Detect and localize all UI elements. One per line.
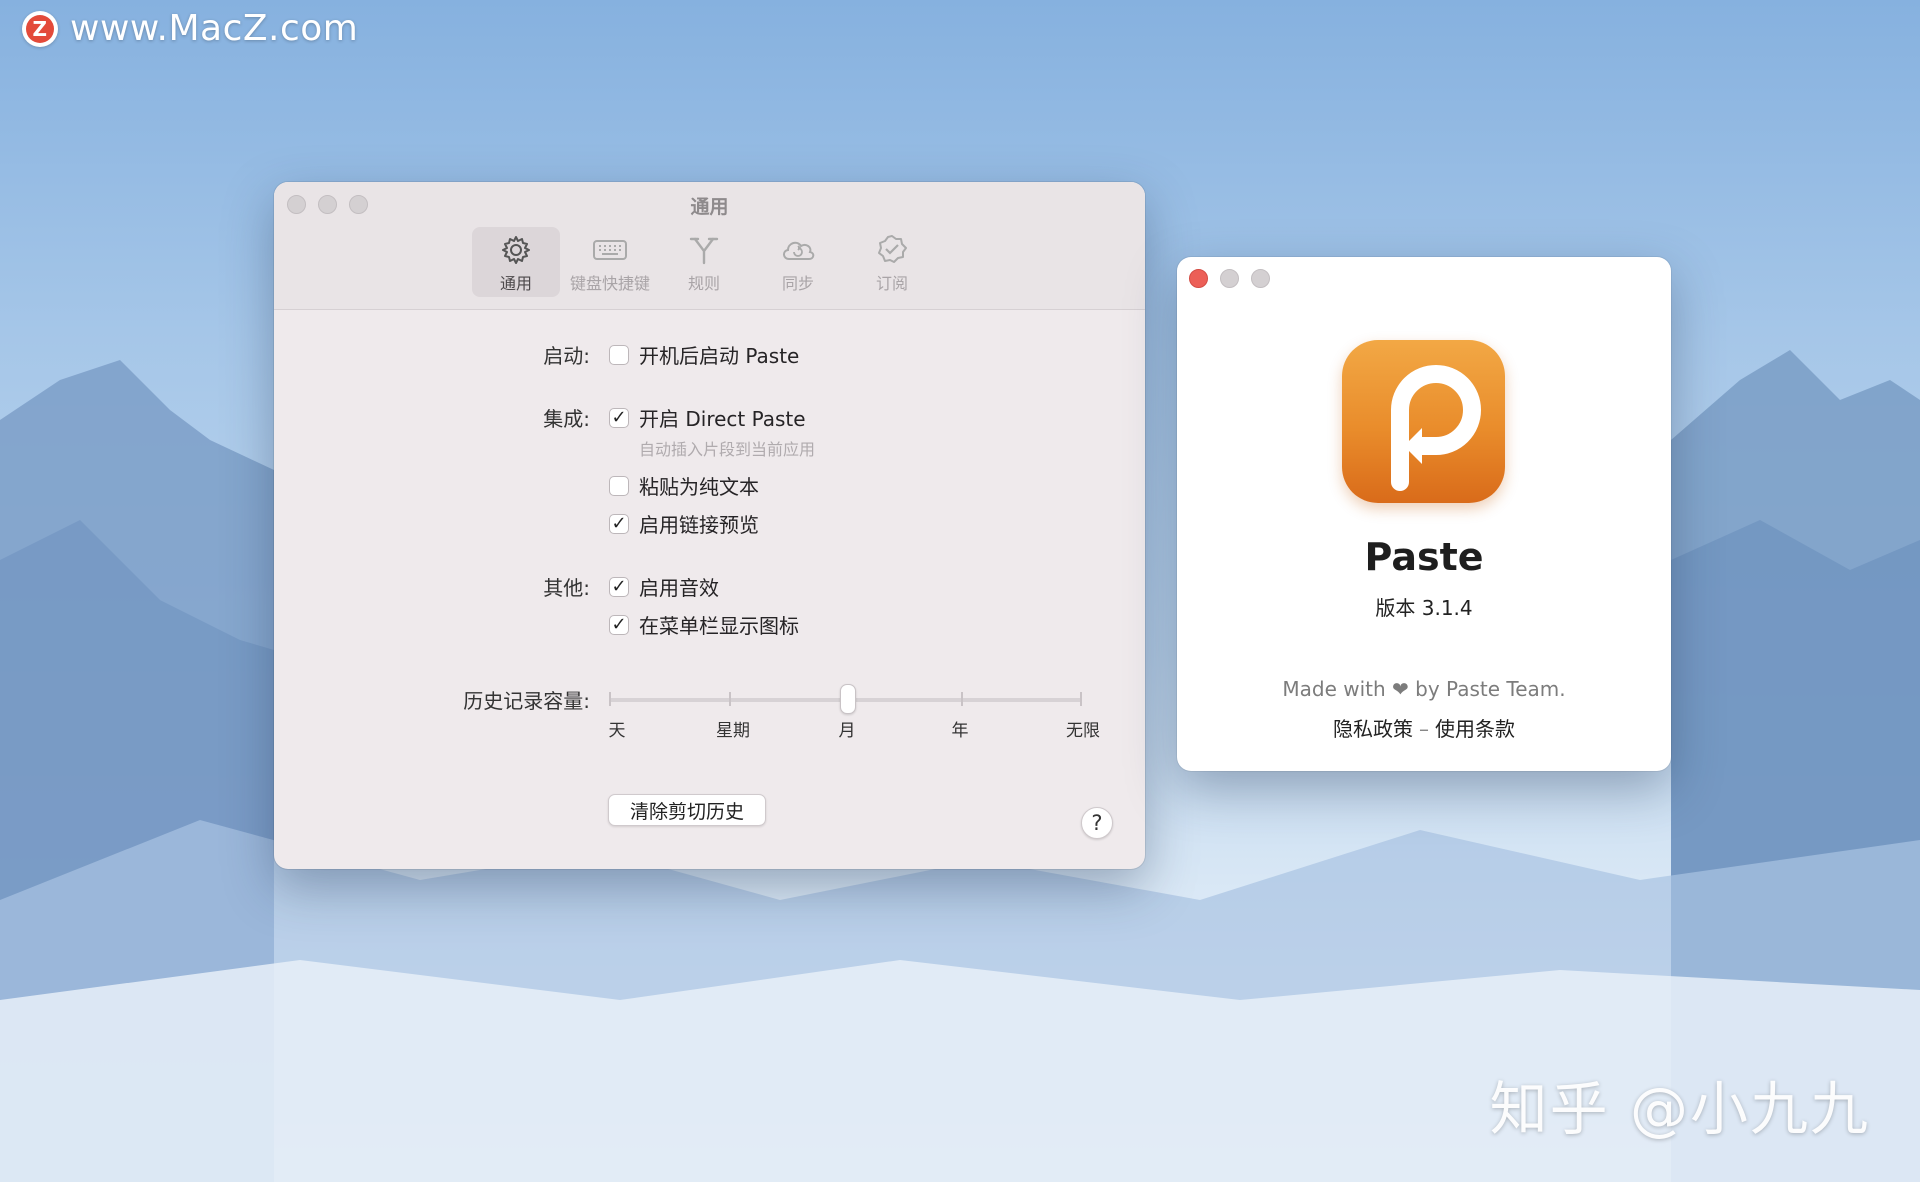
keyboard-icon	[593, 240, 627, 260]
checkbox-box[interactable]: ✓	[609, 513, 629, 534]
help-button[interactable]: ?	[1081, 807, 1113, 839]
tab-label: 键盘快捷键	[569, 274, 650, 293]
zoom-button[interactable]	[1251, 269, 1270, 288]
history-slider-thumb[interactable]	[840, 684, 856, 714]
clear-history-button[interactable]: 清除剪切历史	[608, 794, 766, 826]
checkbox-box[interactable]: ✓	[609, 614, 629, 635]
preferences-toolbar-area: 通用 通用 键盘快捷键 规则 同步 订阅	[274, 182, 1145, 310]
tab-general[interactable]: 通用	[472, 227, 560, 297]
slider-tick	[609, 692, 611, 706]
minimize-button[interactable]	[1220, 269, 1239, 288]
checkbox-label: 开机后启动 Paste	[639, 344, 800, 368]
tick-label-week: 星期	[716, 721, 750, 741]
paste-logo-icon	[1391, 365, 1481, 491]
link-separator: –	[1419, 717, 1429, 741]
gear-icon	[502, 236, 530, 264]
preferences-window: 通用 通用 键盘快捷键 规则 同步 订阅 启动: 开机后启动 Paste 集成:…	[274, 182, 1145, 869]
privacy-policy-link[interactable]: 隐私政策	[1333, 717, 1413, 741]
watermark-site: www.MacZ.com	[22, 8, 358, 49]
tab-label: 通用	[499, 274, 532, 293]
slider-tick	[961, 692, 963, 706]
paste-app-icon	[1342, 340, 1505, 503]
watermark-author: 知乎 @小九九	[1489, 1075, 1870, 1143]
tick-label-unlimited: 无限	[1066, 721, 1100, 741]
tab-label: 同步	[781, 274, 814, 293]
macz-logo-icon	[22, 10, 58, 47]
tick-label-day: 天	[608, 721, 626, 741]
tab-subscription[interactable]: 订阅	[848, 227, 936, 297]
launch-at-login-checkbox[interactable]: 开机后启动 Paste	[609, 340, 799, 369]
tab-keyboard-shortcuts[interactable]: 键盘快捷键	[566, 227, 654, 297]
sound-checkbox[interactable]: ✓ 启用音效	[609, 572, 719, 601]
direct-paste-hint: 自动插入片段到当前应用	[639, 440, 816, 459]
terms-of-use-link[interactable]: 使用条款	[1435, 717, 1515, 741]
link-preview-checkbox[interactable]: ✓ 启用链接预览	[609, 509, 759, 538]
direct-paste-checkbox[interactable]: ✓ 开启 Direct Paste	[609, 403, 806, 432]
tab-label: 订阅	[875, 274, 908, 293]
rules-icon	[689, 237, 719, 265]
plain-text-checkbox[interactable]: 粘贴为纯文本	[609, 471, 759, 500]
tab-label: 规则	[687, 274, 720, 293]
tab-rules[interactable]: 规则	[660, 227, 748, 297]
cloud-sync-icon	[783, 241, 815, 260]
integration-label: 集成:	[543, 407, 590, 431]
window-controls	[1189, 269, 1270, 288]
checkbox-box[interactable]: ✓	[609, 407, 629, 428]
checkbox-box[interactable]: ✓	[609, 576, 629, 597]
app-name: Paste	[1364, 535, 1484, 579]
tab-sync[interactable]: 同步	[754, 227, 842, 297]
checkbox-box[interactable]	[609, 475, 629, 496]
slider-tick	[1080, 692, 1082, 706]
slider-tick	[729, 692, 731, 706]
about-window: Paste 版本 3.1.4 Made with ❤ by Paste Team…	[1177, 257, 1671, 771]
checkbox-label: 粘贴为纯文本	[639, 475, 759, 499]
checkbox-label: 在菜单栏显示图标	[639, 614, 799, 638]
history-capacity-label: 历史记录容量:	[463, 689, 590, 713]
checkbox-box[interactable]	[609, 344, 629, 365]
about-links: 隐私政策 – 使用条款	[1177, 713, 1671, 742]
made-with-text: Made with ❤ by Paste Team.	[1282, 677, 1566, 701]
badge-check-icon	[878, 235, 907, 263]
close-button[interactable]	[1189, 269, 1208, 288]
preferences-toolbar: 通用 键盘快捷键 规则 同步 订阅	[472, 227, 936, 297]
other-label: 其他:	[543, 576, 590, 600]
tick-label-month: 月	[838, 721, 856, 741]
menubar-icon-checkbox[interactable]: ✓ 在菜单栏显示图标	[609, 610, 799, 639]
checkbox-label: 开启 Direct Paste	[639, 407, 806, 431]
watermark-site-text: www.MacZ.com	[70, 8, 359, 49]
app-version: 版本 3.1.4	[1375, 596, 1473, 620]
checkbox-label: 启用音效	[639, 576, 719, 600]
startup-label: 启动:	[543, 344, 590, 368]
tick-label-year: 年	[951, 721, 969, 741]
checkbox-label: 启用链接预览	[639, 513, 759, 537]
window-title: 通用	[690, 196, 729, 218]
